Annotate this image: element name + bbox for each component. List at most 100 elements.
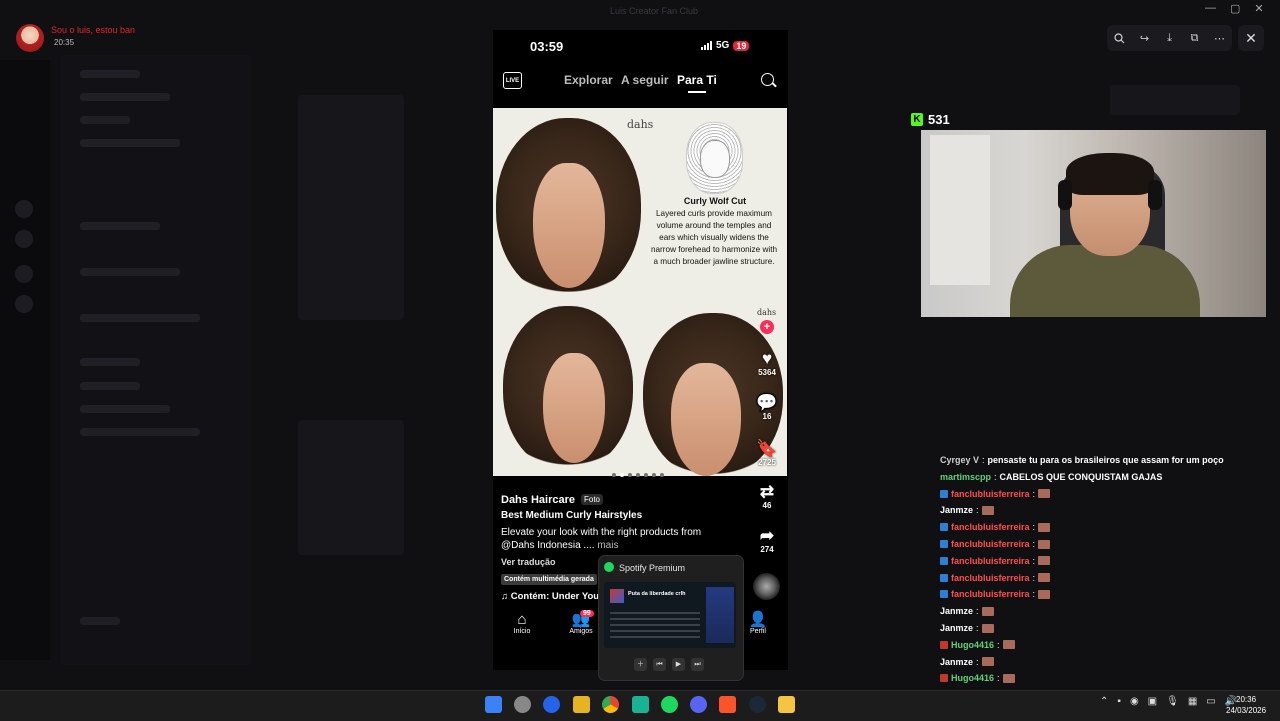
app-icon[interactable] xyxy=(632,696,649,713)
chat-message: fanclubluisferreira: xyxy=(940,539,1051,549)
search-icon[interactable] xyxy=(761,73,774,86)
save-button[interactable]: 🔖 2725 xyxy=(752,440,782,468)
server-icon[interactable] xyxy=(15,200,33,218)
server-icon[interactable] xyxy=(15,295,33,313)
nav-home[interactable]: ⌂ Início xyxy=(502,611,542,636)
caption-more-link[interactable]: mais xyxy=(597,540,618,551)
tab-for-you[interactable]: Para Ti xyxy=(677,73,717,87)
avatar[interactable] xyxy=(16,24,44,52)
explorer-icon[interactable] xyxy=(573,696,590,713)
nav-profile[interactable]: 👤 Perfil xyxy=(738,612,778,636)
chat-username[interactable]: fanclubluisferreira xyxy=(951,589,1030,599)
chat-username[interactable]: fanclubluisferreira xyxy=(951,489,1030,499)
chat-username[interactable]: Hugo4416 xyxy=(951,640,994,650)
chat-username[interactable]: Janmze xyxy=(940,657,973,667)
chat-username[interactable]: fanclubluisferreira xyxy=(951,522,1030,532)
ghost-message-card xyxy=(298,95,404,320)
tab-explore[interactable]: Explorar xyxy=(564,73,613,87)
repost-count: 46 xyxy=(762,501,772,510)
chat-separator: : xyxy=(997,673,1000,684)
zoom-icon[interactable] xyxy=(1112,30,1128,46)
brave-icon[interactable] xyxy=(719,696,736,713)
chat-message: fanclubluisferreira: xyxy=(940,573,1051,583)
channel-item[interactable] xyxy=(80,116,130,124)
author-name[interactable]: Dahs Haircare xyxy=(501,494,575,506)
translate-link[interactable]: Ver tradução xyxy=(501,557,556,567)
open-external-icon[interactable]: ⧉ xyxy=(1187,30,1203,46)
chevron-up-icon[interactable]: ⌃ xyxy=(1100,696,1108,707)
chat-username[interactable]: Cyrgey V xyxy=(940,455,979,465)
network-icon[interactable]: ▭ xyxy=(1206,696,1215,707)
ai-content-badge: Contém multimédia gerada xyxy=(501,574,597,585)
share-icon[interactable]: ↪ xyxy=(1137,30,1153,46)
more-icon[interactable]: ⋯ xyxy=(1212,30,1228,46)
tray-app-icon[interactable]: ▣ xyxy=(1148,696,1157,707)
channel-item[interactable] xyxy=(80,222,160,230)
app-icon[interactable] xyxy=(778,696,795,713)
chat-username[interactable]: fanclubluisferreira xyxy=(951,573,1030,583)
maximize-icon[interactable]: ▢ xyxy=(1230,2,1240,15)
chat-message: martimscpp: CABELOS QUE CONQUISTAM GAJAS xyxy=(940,472,1162,482)
like-button[interactable]: ♥ 5364 xyxy=(752,350,782,378)
comment-icon: 💬 xyxy=(756,393,778,412)
channel-item[interactable] xyxy=(80,382,140,390)
share-count: 274 xyxy=(760,545,774,554)
play-icon[interactable]: ▶ xyxy=(672,658,685,671)
music-disc-icon[interactable] xyxy=(753,573,780,600)
chat-username[interactable]: Janmze xyxy=(940,623,973,633)
channel-item[interactable] xyxy=(80,268,180,276)
tray-app-icon[interactable]: ▦ xyxy=(1188,696,1197,707)
caption-title: Best Medium Curly Hairstyles xyxy=(501,510,643,521)
app-icon[interactable] xyxy=(514,696,531,713)
chat-username[interactable]: fanclubluisferreira xyxy=(951,539,1030,549)
steam-icon[interactable] xyxy=(749,696,766,713)
chrome-icon[interactable] xyxy=(602,696,619,713)
chat-username[interactable]: fanclubluisferreira xyxy=(951,556,1030,566)
channel-item[interactable] xyxy=(80,70,140,78)
close-icon[interactable]: ✕ xyxy=(1238,25,1264,51)
download-icon[interactable]: ⤓ xyxy=(1162,30,1178,46)
repost-button[interactable]: ⇄ 46 xyxy=(752,483,782,511)
tray-app-icon[interactable]: ◉ xyxy=(1130,696,1139,707)
tray-app-icon[interactable]: ▪ xyxy=(1117,696,1121,707)
image-viewer-toolbar: ↪ ⤓ ⧉ ⋯ xyxy=(1107,25,1232,51)
face-illustration xyxy=(671,363,741,476)
previous-icon[interactable]: ⏮ xyxy=(653,658,666,671)
channel-item[interactable] xyxy=(80,405,170,413)
add-icon[interactable]: ＋ xyxy=(634,658,647,671)
user-badge-icon xyxy=(940,640,948,649)
chat-username[interactable]: Janmze xyxy=(940,606,973,616)
channel-item[interactable] xyxy=(80,358,140,366)
channel-item[interactable] xyxy=(80,617,120,625)
discord-icon[interactable] xyxy=(690,696,707,713)
brand-avatar-label: dahs xyxy=(757,308,777,317)
minimize-icon[interactable]: — xyxy=(1205,2,1216,15)
music-label[interactable]: ♫ Contém: Under You xyxy=(501,591,599,602)
channel-item[interactable] xyxy=(80,314,200,322)
live-icon[interactable]: LIVE xyxy=(503,72,522,89)
comment-button[interactable]: 💬 16 xyxy=(752,393,782,422)
edge-icon[interactable] xyxy=(543,696,560,713)
chat-username[interactable]: Janmze xyxy=(940,505,973,515)
channel-item[interactable] xyxy=(80,93,170,101)
channel-item[interactable] xyxy=(80,139,180,147)
server-icon[interactable] xyxy=(15,265,33,283)
notification-title: Sou o luis, estou ban xyxy=(51,25,136,35)
emote-icon xyxy=(1038,522,1051,532)
spotify-taskbar-icon[interactable] xyxy=(661,696,678,713)
follow-button[interactable]: + xyxy=(760,320,774,334)
ghost-member-card xyxy=(1110,85,1240,115)
chat-username[interactable]: martimscpp xyxy=(940,472,991,482)
start-icon[interactable] xyxy=(485,696,502,713)
microphone-icon[interactable]: 🎙 xyxy=(1166,696,1179,707)
home-icon: ⌂ xyxy=(517,611,527,628)
channel-item[interactable] xyxy=(80,428,200,436)
next-icon[interactable]: ⏭ xyxy=(691,658,704,671)
share-button[interactable]: ➦ 274 xyxy=(752,527,782,555)
face-illustration xyxy=(543,353,605,463)
tab-following[interactable]: A seguir xyxy=(621,73,669,87)
taskbar-clock[interactable]: 20:36 24/03/2026 xyxy=(1226,694,1266,716)
close-window-icon[interactable]: ✕ xyxy=(1254,2,1263,15)
chat-username[interactable]: Hugo4416 xyxy=(951,673,994,683)
server-icon[interactable] xyxy=(15,230,33,248)
